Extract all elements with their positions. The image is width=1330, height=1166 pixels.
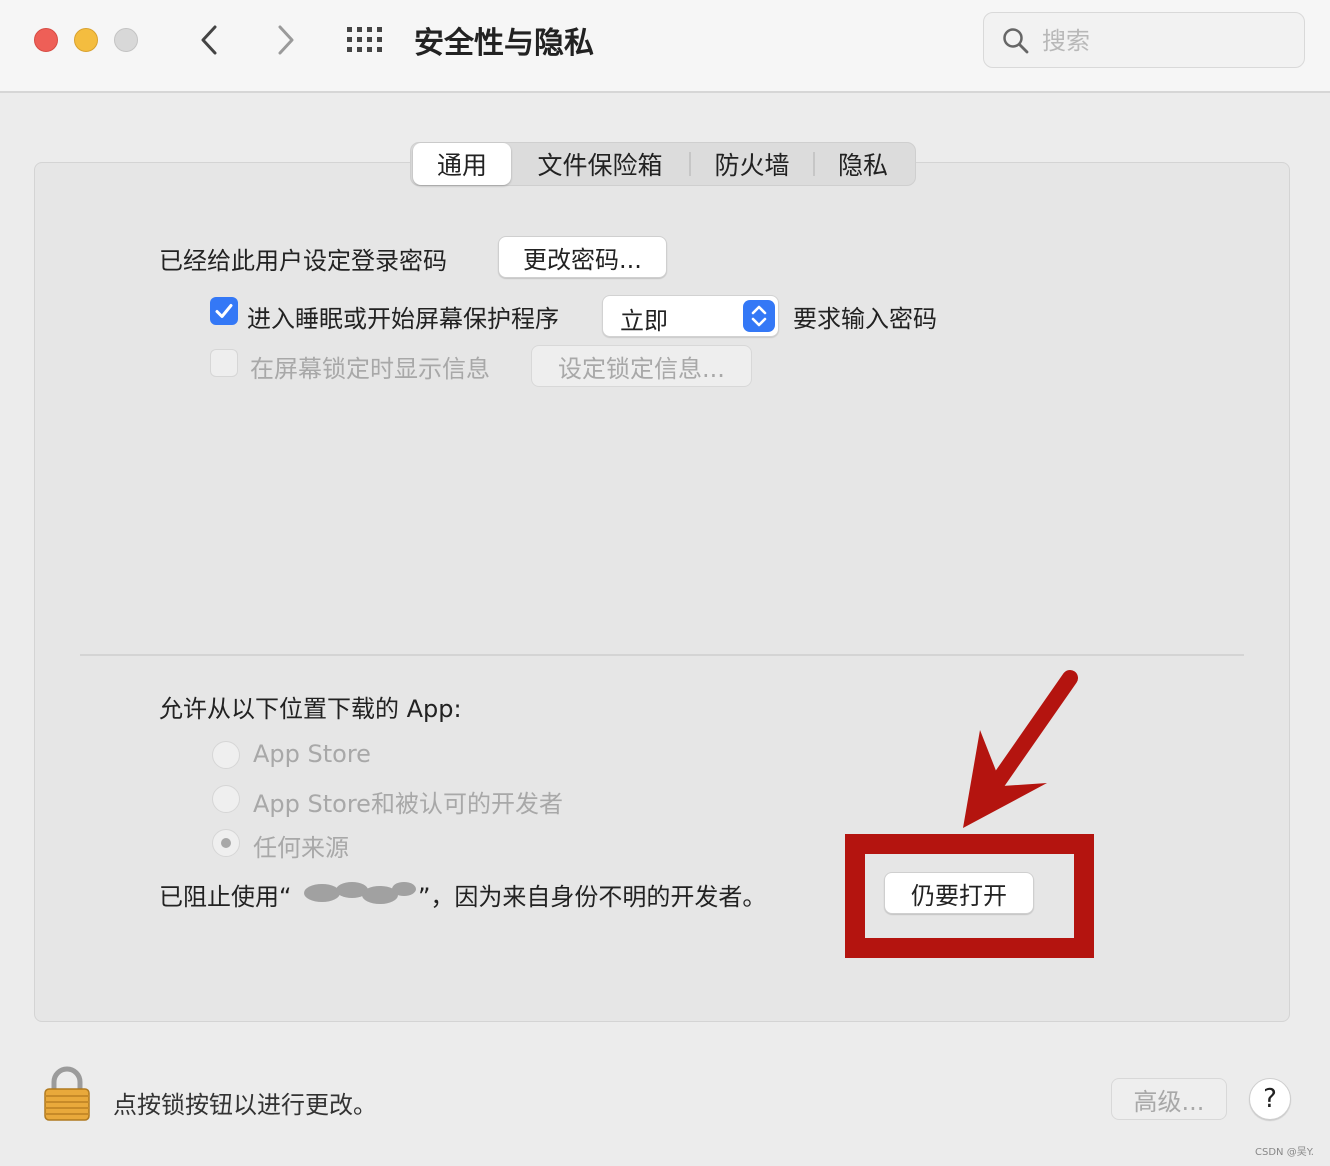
blocked-app-prefix: 已阻止使用“ xyxy=(159,883,292,911)
tab-general[interactable]: 通用 xyxy=(413,143,511,185)
require-password-delay-select[interactable]: 立即 xyxy=(602,295,779,337)
tab-firewall[interactable]: 防火墙 xyxy=(691,143,813,185)
tab-bar: 通用 文件保险箱 防火墙 隐私 xyxy=(410,142,916,186)
lock-icon[interactable] xyxy=(42,1066,92,1122)
watermark: CSDN @吴Y. xyxy=(1255,1147,1314,1158)
highlight-annotation-box xyxy=(845,834,1094,958)
require-password-label: 进入睡眠或开始屏幕保护程序 xyxy=(247,305,559,333)
change-password-button[interactable]: 更改密码... xyxy=(498,236,667,278)
back-button[interactable] xyxy=(190,20,230,60)
allow-downloads-heading: 允许从以下位置下载的 App: xyxy=(159,695,462,723)
tab-privacy[interactable]: 隐私 xyxy=(815,143,911,185)
set-lock-message-button[interactable]: 设定锁定信息... xyxy=(531,345,752,387)
maximize-window-button[interactable] xyxy=(114,28,138,52)
search-input[interactable] xyxy=(1042,22,1292,60)
search-icon xyxy=(1003,28,1029,54)
advanced-button[interactable]: 高级... xyxy=(1111,1078,1227,1120)
tab-filevault[interactable]: 文件保险箱 xyxy=(511,143,689,185)
annotation-arrow-icon xyxy=(963,670,1078,828)
blocked-app-suffix: ”，因为来自身份不明的开发者。 xyxy=(418,883,767,911)
radio-identified-developers[interactable] xyxy=(212,785,240,813)
search-field[interactable] xyxy=(983,12,1305,68)
show-all-grid-icon[interactable] xyxy=(346,26,386,54)
require-password-checkbox[interactable] xyxy=(210,297,238,325)
show-message-checkbox[interactable] xyxy=(210,349,238,377)
chevron-right-icon xyxy=(278,25,294,55)
redacted-app-name xyxy=(304,882,416,904)
checkmark-icon xyxy=(215,304,233,318)
minimize-window-button[interactable] xyxy=(74,28,98,52)
window-title: 安全性与隐私 xyxy=(414,26,594,61)
title-bar: 安全性与隐私 xyxy=(0,0,1330,93)
lock-hint-label: 点按锁按钮以进行更改。 xyxy=(113,1091,377,1119)
password-set-label: 已经给此用户设定登录密码 xyxy=(159,247,447,275)
help-button[interactable]: ? xyxy=(1249,1078,1291,1120)
radio-selected-dot xyxy=(221,838,231,848)
close-window-button[interactable] xyxy=(34,28,58,52)
require-password-suffix-label: 要求输入密码 xyxy=(793,305,937,333)
radio-anywhere[interactable] xyxy=(212,829,240,857)
forward-button[interactable] xyxy=(265,20,305,60)
select-value: 立即 xyxy=(620,307,668,335)
updown-chevron-icon xyxy=(743,300,775,332)
chevron-left-icon xyxy=(201,25,217,55)
radio-app-store[interactable] xyxy=(212,741,240,769)
section-divider xyxy=(80,654,1244,656)
radio-app-store-label: App Store xyxy=(253,740,371,768)
radio-anywhere-label: 任何来源 xyxy=(253,834,349,862)
show-message-label: 在屏幕锁定时显示信息 xyxy=(250,355,490,383)
radio-identified-developers-label: App Store和被认可的开发者 xyxy=(253,790,563,818)
